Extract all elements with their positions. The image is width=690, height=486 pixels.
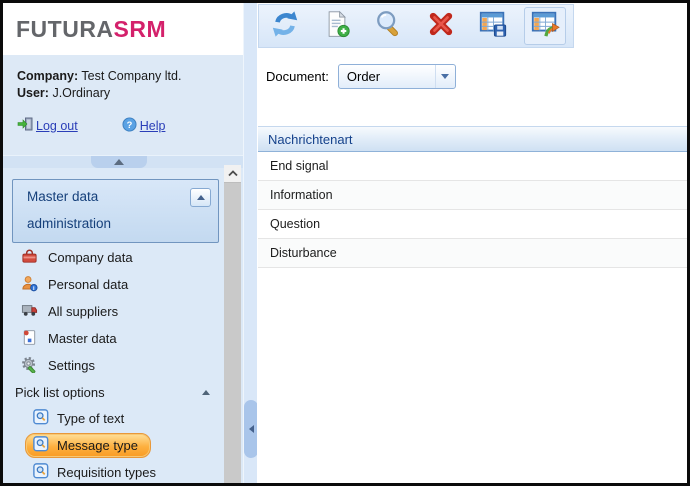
main-panel: Document: Order Nachrichtenart End signa… <box>257 3 687 483</box>
sidebar-item-personal-data[interactable]: i Personal data <box>3 271 224 298</box>
sidebar-item-master-data[interactable]: Master data <box>3 325 224 352</box>
vertical-splitter[interactable] <box>243 3 257 483</box>
nav-pill-selected: Message type <box>25 433 151 458</box>
user-line: User: J.Ordinary <box>17 85 243 102</box>
grid-column-header[interactable]: Nachrichtenart <box>258 126 687 152</box>
lookup-icon <box>33 409 49 428</box>
company-label: Company: <box>17 69 78 83</box>
lookup-icon <box>33 463 49 482</box>
chevron-up-icon <box>202 390 210 395</box>
sidebar-item-message-type[interactable]: Message type <box>3 432 224 459</box>
chevron-down-icon <box>441 74 449 79</box>
logout-link[interactable]: Log out <box>17 116 78 135</box>
nav-pill: Type of text <box>25 406 137 431</box>
document-select-value: Order <box>339 69 435 84</box>
help-label: Help <box>140 119 166 133</box>
search-button[interactable] <box>368 7 410 45</box>
brand-logo: FUTURA SRM <box>3 3 243 55</box>
sidebar-group-pick-list-options[interactable]: Pick list options <box>3 379 224 405</box>
sidebar-item-requisition-types[interactable]: Requisition types <box>3 459 224 486</box>
dropdown-arrow-button[interactable] <box>435 65 455 88</box>
new-document-button[interactable] <box>316 7 358 45</box>
sidebar-item-label: Company data <box>48 250 133 265</box>
grid-row-disturbance[interactable]: Disturbance <box>258 239 687 268</box>
sidebar-item-all-suppliers[interactable]: All suppliers <box>3 298 224 325</box>
sidebar-item-label: Settings <box>48 358 95 373</box>
session-info: Company: Test Company ltd. User: J.Ordin… <box>3 55 243 155</box>
sidebar-nav: Company data i Personal data <box>3 244 224 486</box>
help-icon: ? <box>122 117 137 135</box>
save-table-button[interactable] <box>472 7 514 45</box>
sidebar-item-type-of-text[interactable]: Type of text <box>3 405 224 432</box>
delete-button[interactable] <box>420 7 462 45</box>
grid-row-information[interactable]: Information <box>258 181 687 210</box>
svg-text:?: ? <box>126 119 132 129</box>
company-value: Test Company ltd. <box>81 69 181 83</box>
toolbar <box>258 4 574 48</box>
chevron-up-icon <box>114 159 124 165</box>
chevron-up-icon <box>197 195 205 200</box>
accordion-header-master-data[interactable]: Master data administration <box>12 179 219 243</box>
sidebar-item-label: Master data <box>48 331 117 346</box>
document-icon <box>21 329 38 349</box>
collapse-left-handle[interactable] <box>244 400 258 458</box>
document-filter-row: Document: Order <box>266 62 456 90</box>
grid-row-end-signal[interactable]: End signal <box>258 152 687 181</box>
sidebar-item-label: Message type <box>57 438 138 453</box>
user-label: User: <box>17 86 49 100</box>
gear-pencil-icon <box>21 356 38 376</box>
collapse-up-handle[interactable] <box>91 156 147 168</box>
logout-icon <box>17 116 33 135</box>
person-icon: i <box>21 275 38 295</box>
accordion-collapse-button[interactable] <box>190 188 211 207</box>
sidebar-item-label: All suppliers <box>48 304 118 319</box>
app-window: FUTURA SRM Company: Test Company ltd. Us… <box>0 0 690 486</box>
truck-icon <box>21 302 38 322</box>
help-link[interactable]: ? Help <box>122 117 166 135</box>
accordion-title-line2: administration <box>27 216 218 231</box>
toolbox-icon <box>21 248 38 268</box>
new-document-icon <box>323 10 351 43</box>
chevron-left-icon <box>249 425 254 433</box>
user-value: J.Ordinary <box>52 86 110 100</box>
group-header-label: Pick list options <box>15 385 105 400</box>
message-type-grid: Nachrichtenart End signal Information Qu… <box>258 126 687 268</box>
sidebar-item-label: Personal data <box>48 277 128 292</box>
search-icon <box>374 9 404 44</box>
scroll-up-button[interactable] <box>224 165 241 183</box>
session-links: Log out ? Help <box>17 116 165 135</box>
export-table-icon <box>530 9 560 44</box>
document-label: Document: <box>266 69 329 84</box>
lookup-icon <box>33 436 49 455</box>
nav-pill: Requisition types <box>25 460 169 485</box>
sidebar-scrollbar[interactable] <box>224 165 241 483</box>
save-table-icon <box>478 9 508 44</box>
document-select[interactable]: Order <box>338 64 456 89</box>
sidebar-item-company-data[interactable]: Company data <box>3 244 224 271</box>
grid-row-question[interactable]: Question <box>258 210 687 239</box>
horizontal-splitter[interactable] <box>3 155 243 168</box>
refresh-button[interactable] <box>264 7 306 45</box>
brand-primary: FUTURA <box>16 16 114 43</box>
logout-label: Log out <box>36 119 78 133</box>
brand-accent: SRM <box>114 16 167 43</box>
refresh-icon <box>270 9 300 44</box>
sidebar-item-label: Type of text <box>57 411 124 426</box>
delete-icon <box>427 10 455 43</box>
export-table-button[interactable] <box>524 7 566 45</box>
sidebar-item-label: Requisition types <box>57 465 156 480</box>
company-line: Company: Test Company ltd. <box>17 68 243 85</box>
chevron-up-icon <box>228 170 238 177</box>
sidebar: FUTURA SRM Company: Test Company ltd. Us… <box>3 3 243 483</box>
sidebar-item-settings[interactable]: Settings <box>3 352 224 379</box>
